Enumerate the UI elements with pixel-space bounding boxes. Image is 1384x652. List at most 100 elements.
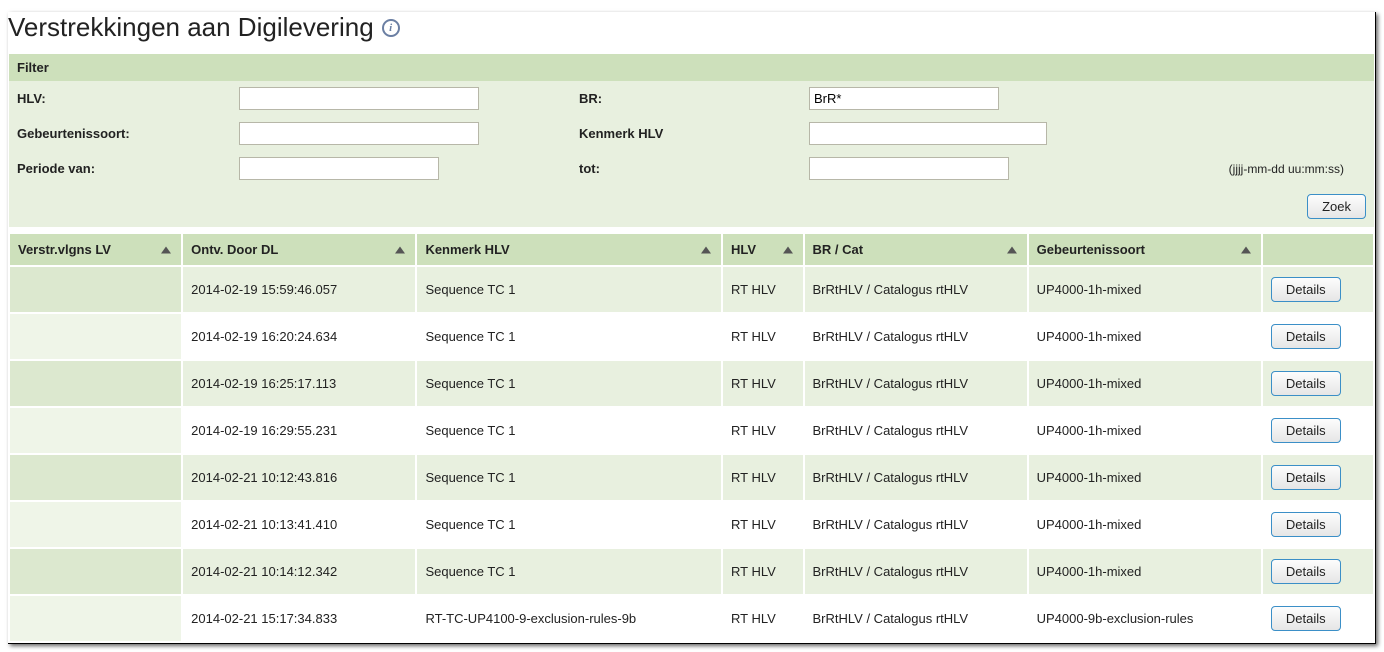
cell-ontv: 2014-02-19 16:29:55.231: [182, 407, 416, 454]
info-icon[interactable]: i: [382, 19, 400, 37]
cell-hlv: RT HLV: [722, 266, 803, 313]
cell-geb: UP4000-1h-mixed: [1028, 407, 1262, 454]
details-button[interactable]: Details: [1271, 512, 1341, 537]
cell-hlv: RT HLV: [722, 548, 803, 595]
col-header-brcat[interactable]: BR / Cat: [804, 233, 1028, 266]
periode-van-input[interactable]: [239, 157, 439, 180]
periode-van-label: Periode van:: [9, 161, 239, 176]
cell-ontv: 2014-02-21 10:14:12.342: [182, 548, 416, 595]
details-button[interactable]: Details: [1271, 559, 1341, 584]
col-header-geb-label: Gebeurtenissoort: [1037, 242, 1145, 257]
details-button[interactable]: Details: [1271, 606, 1341, 631]
cell-verstr: [9, 454, 182, 501]
cell-geb: UP4000-1h-mixed: [1028, 266, 1262, 313]
cell-actions: Details: [1262, 548, 1374, 595]
periode-hint: (jjjj-mm-dd uu:mm:ss): [1069, 162, 1374, 176]
filter-panel: Filter HLV: BR: Gebeurtenissoort: Kenmer…: [8, 53, 1375, 228]
cell-hlv: RT HLV: [722, 313, 803, 360]
table-row: 2014-02-21 15:17:34.833RT-TC-UP4100-9-ex…: [9, 595, 1374, 642]
table-row: 2014-02-19 15:59:46.057Sequence TC 1RT H…: [9, 266, 1374, 313]
cell-geb: UP4000-1h-mixed: [1028, 360, 1262, 407]
table-row: 2014-02-21 10:12:43.816Sequence TC 1RT H…: [9, 454, 1374, 501]
cell-actions: Details: [1262, 266, 1374, 313]
cell-ontv: 2014-02-21 15:17:34.833: [182, 595, 416, 642]
cell-ontv: 2014-02-19 16:25:17.113: [182, 360, 416, 407]
cell-verstr: [9, 313, 182, 360]
hlv-input[interactable]: [239, 87, 479, 110]
cell-actions: Details: [1262, 407, 1374, 454]
details-button[interactable]: Details: [1271, 465, 1341, 490]
cell-brcat: BrRtHLV / Catalogus rtHLV: [804, 407, 1028, 454]
cell-actions: Details: [1262, 313, 1374, 360]
cell-kenmerk: Sequence TC 1: [416, 266, 722, 313]
br-input[interactable]: [809, 87, 999, 110]
cell-verstr: [9, 501, 182, 548]
col-header-hlv[interactable]: HLV: [722, 233, 803, 266]
col-header-geb[interactable]: Gebeurtenissoort: [1028, 233, 1262, 266]
col-header-ontv-label: Ontv. Door DL: [191, 242, 278, 257]
cell-kenmerk: Sequence TC 1: [416, 454, 722, 501]
gebeurtenissoort-label: Gebeurtenissoort:: [9, 126, 239, 141]
table-row: 2014-02-21 10:13:41.410Sequence TC 1RT H…: [9, 501, 1374, 548]
filter-header: Filter: [9, 54, 1374, 81]
cell-kenmerk: Sequence TC 1: [416, 407, 722, 454]
cell-verstr: [9, 595, 182, 642]
cell-hlv: RT HLV: [722, 595, 803, 642]
cell-hlv: RT HLV: [722, 501, 803, 548]
gebeurtenissoort-input[interactable]: [239, 122, 479, 145]
col-header-details: [1262, 233, 1374, 266]
page-title-text: Verstrekkingen aan Digilevering: [8, 12, 374, 43]
cell-brcat: BrRtHLV / Catalogus rtHLV: [804, 548, 1028, 595]
br-label: BR:: [579, 91, 809, 106]
hlv-label: HLV:: [9, 91, 239, 106]
cell-hlv: RT HLV: [722, 407, 803, 454]
sort-asc-icon: [161, 246, 171, 253]
cell-kenmerk: Sequence TC 1: [416, 360, 722, 407]
cell-ontv: 2014-02-21 10:12:43.816: [182, 454, 416, 501]
details-button[interactable]: Details: [1271, 324, 1341, 349]
table-row: 2014-02-19 16:29:55.231Sequence TC 1RT H…: [9, 407, 1374, 454]
table-row: 2014-02-19 16:25:17.113Sequence TC 1RT H…: [9, 360, 1374, 407]
table-row: 2014-02-19 16:20:24.634Sequence TC 1RT H…: [9, 313, 1374, 360]
table-row: 2014-02-21 10:14:12.342Sequence TC 1RT H…: [9, 548, 1374, 595]
cell-kenmerk: Sequence TC 1: [416, 501, 722, 548]
col-header-ontv[interactable]: Ontv. Door DL: [182, 233, 416, 266]
cell-hlv: RT HLV: [722, 454, 803, 501]
sort-asc-icon: [783, 246, 793, 253]
cell-brcat: BrRtHLV / Catalogus rtHLV: [804, 313, 1028, 360]
cell-verstr: [9, 548, 182, 595]
cell-actions: Details: [1262, 360, 1374, 407]
cell-brcat: BrRtHLV / Catalogus rtHLV: [804, 360, 1028, 407]
zoek-button[interactable]: Zoek: [1307, 194, 1366, 219]
cell-kenmerk: Sequence TC 1: [416, 313, 722, 360]
cell-brcat: BrRtHLV / Catalogus rtHLV: [804, 454, 1028, 501]
cell-brcat: BrRtHLV / Catalogus rtHLV: [804, 266, 1028, 313]
cell-verstr: [9, 360, 182, 407]
col-header-verstr[interactable]: Verstr.vlgns LV: [9, 233, 182, 266]
periode-tot-label: tot:: [579, 161, 809, 176]
cell-geb: UP4000-1h-mixed: [1028, 454, 1262, 501]
cell-geb: UP4000-9b-exclusion-rules: [1028, 595, 1262, 642]
cell-ontv: 2014-02-19 15:59:46.057: [182, 266, 416, 313]
cell-hlv: RT HLV: [722, 360, 803, 407]
results-table: Verstr.vlgns LV Ontv. Door DL Kenmerk HL…: [8, 232, 1375, 643]
col-header-hlv-label: HLV: [731, 242, 756, 257]
cell-brcat: BrRtHLV / Catalogus rtHLV: [804, 501, 1028, 548]
details-button[interactable]: Details: [1271, 418, 1341, 443]
cell-verstr: [9, 407, 182, 454]
col-header-kenmerk[interactable]: Kenmerk HLV: [416, 233, 722, 266]
cell-ontv: 2014-02-19 16:20:24.634: [182, 313, 416, 360]
periode-tot-input[interactable]: [809, 157, 1009, 180]
details-button[interactable]: Details: [1271, 371, 1341, 396]
cell-kenmerk: RT-TC-UP4100-9-exclusion-rules-9b: [416, 595, 722, 642]
kenmerk-input[interactable]: [809, 122, 1047, 145]
sort-asc-icon: [1241, 246, 1251, 253]
cell-geb: UP4000-1h-mixed: [1028, 548, 1262, 595]
cell-geb: UP4000-1h-mixed: [1028, 501, 1262, 548]
sort-asc-icon: [701, 246, 711, 253]
cell-actions: Details: [1262, 595, 1374, 642]
cell-kenmerk: Sequence TC 1: [416, 548, 722, 595]
details-button[interactable]: Details: [1271, 277, 1341, 302]
col-header-brcat-label: BR / Cat: [813, 242, 864, 257]
sort-asc-icon: [1007, 246, 1017, 253]
